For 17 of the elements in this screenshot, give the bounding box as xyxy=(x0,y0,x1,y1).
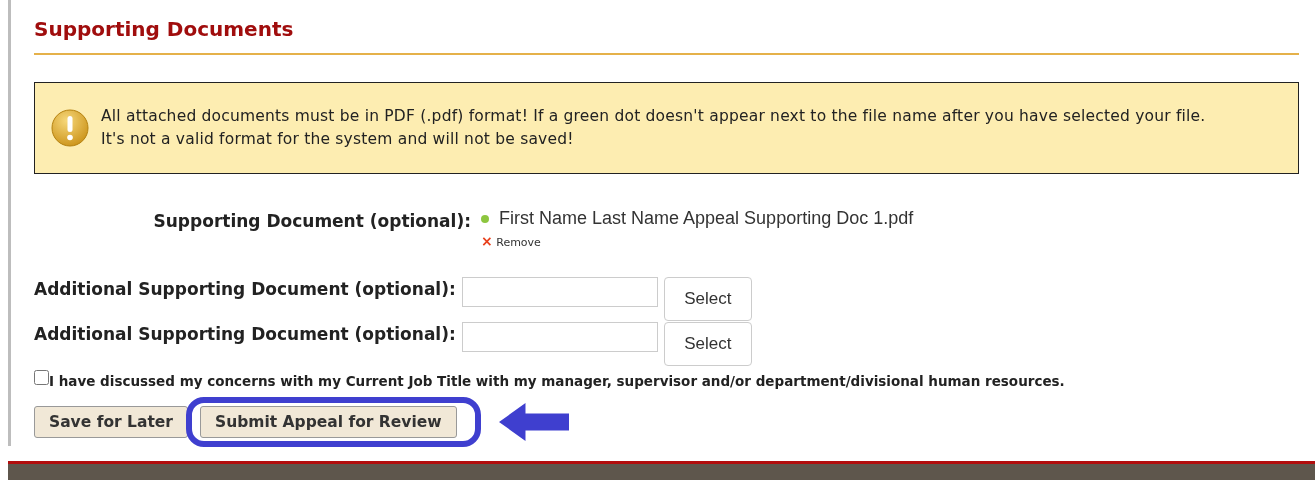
alert-message: All attached documents must be in PDF (.pdf) format! If a green dot doesn't appear next to the file name after you have selected your file. It's not a valid format for the system and will not be saved! xyxy=(101,106,1206,150)
file-field[interactable] xyxy=(461,277,658,307)
field-label: Additional Supporting Document (optional): xyxy=(34,278,456,299)
field-label: Supporting Document (optional): xyxy=(152,210,471,233)
checkbox[interactable] xyxy=(34,370,49,385)
checkbox-label: I have discussed my concerns with my Current Job Title with my manager, supervisor and/or department/divisional human resources. xyxy=(49,372,1065,389)
file-name: First Name Last Name Appeal Supporting Doc 1.pdf xyxy=(499,208,914,229)
section-title: Supporting Documents xyxy=(34,17,1299,55)
arrow-icon xyxy=(498,402,569,442)
remove-link[interactable]: × Remove xyxy=(481,233,541,249)
select-button[interactable]: Select xyxy=(663,322,752,366)
action-button[interactable]: Save for Later xyxy=(34,406,188,438)
action-button[interactable]: Submit Appeal for Review xyxy=(200,406,457,438)
field-label: Additional Supporting Document (optional): xyxy=(34,323,456,344)
select-button[interactable]: Select xyxy=(663,277,752,321)
file-field[interactable] xyxy=(461,322,658,352)
warning-icon xyxy=(51,109,89,147)
